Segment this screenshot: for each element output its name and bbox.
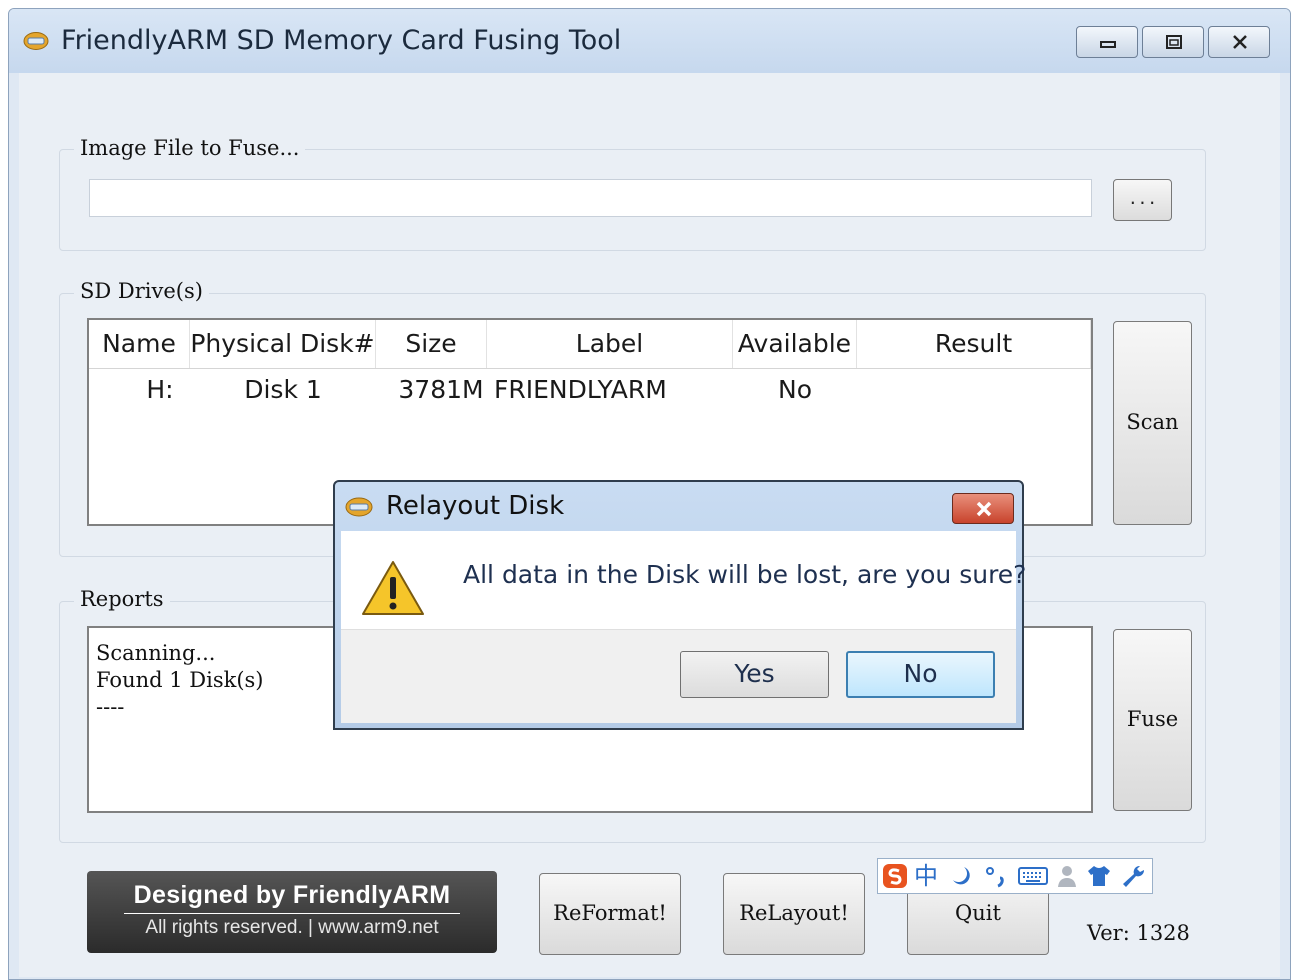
dialog-title: Relayout Disk: [386, 491, 565, 521]
sogou-logo-icon[interactable]: [882, 863, 908, 889]
table-header: Name Physical Disk# Size Label Available…: [89, 320, 1091, 369]
reports-group-label: Reports: [74, 587, 170, 611]
relayout-button[interactable]: ReLayout!: [723, 873, 865, 955]
logo-subtitle: All rights reserved. | www.arm9.net: [145, 917, 439, 938]
no-button[interactable]: No: [846, 651, 995, 698]
close-button[interactable]: [1208, 26, 1270, 58]
reformat-button[interactable]: ReFormat!: [539, 873, 681, 955]
image-file-group-label: Image File to Fuse...: [74, 136, 306, 160]
minimize-button[interactable]: [1076, 26, 1138, 58]
dialog-body: All data in the Disk will be lost, are y…: [341, 531, 1026, 629]
ime-toolbar[interactable]: 中: [877, 858, 1153, 894]
dialog-button-bar: Yes No: [341, 629, 1016, 723]
dialog-close-button[interactable]: [952, 493, 1014, 524]
logo-title: Designed by FriendlyARM: [133, 881, 451, 909]
column-header-size[interactable]: Size: [376, 320, 487, 368]
app-icon: [23, 32, 49, 50]
cell-result: [857, 372, 1091, 408]
cell-available: No: [778, 375, 812, 404]
shirt-icon[interactable]: [1086, 864, 1112, 888]
minimize-icon: [1100, 41, 1116, 48]
column-header-result[interactable]: Result: [857, 320, 1091, 368]
user-icon[interactable]: [1056, 864, 1078, 888]
cell-physical-disk: Disk 1: [244, 375, 322, 404]
scan-button[interactable]: Scan: [1113, 321, 1192, 525]
wrench-icon[interactable]: [1120, 864, 1146, 888]
relayout-disk-dialog[interactable]: Relayout Disk All data in the Disk will …: [333, 480, 1026, 730]
column-header-label[interactable]: Label: [487, 320, 733, 368]
window-title: FriendlyARM SD Memory Card Fusing Tool: [61, 25, 622, 56]
yes-button[interactable]: Yes: [680, 651, 829, 698]
maximize-button[interactable]: [1142, 26, 1204, 58]
warning-icon: [362, 561, 424, 615]
column-header-physical-disk[interactable]: Physical Disk#: [190, 320, 376, 368]
app-icon: [345, 497, 373, 517]
cell-label: FRIENDLYARM: [494, 375, 667, 404]
keyboard-icon[interactable]: [1018, 866, 1048, 886]
fuse-button[interactable]: Fuse: [1113, 629, 1192, 811]
sd-drives-group-label: SD Drive(s): [74, 279, 209, 303]
logo-divider: [124, 913, 460, 914]
column-header-name[interactable]: Name: [89, 320, 190, 368]
moon-icon[interactable]: [950, 865, 972, 887]
close-icon: [1233, 35, 1247, 49]
friendlyarm-logo: Designed by FriendlyARM All rights reser…: [87, 871, 497, 953]
image-path-input[interactable]: [89, 179, 1092, 217]
dialog-message: All data in the Disk will be lost, are y…: [463, 560, 1027, 589]
browse-button[interactable]: ...: [1113, 179, 1172, 221]
title-bar[interactable]: FriendlyARM SD Memory Card Fusing Tool: [9, 9, 1290, 73]
maximize-icon: [1166, 35, 1182, 49]
close-icon: [976, 501, 992, 517]
punctuation-icon[interactable]: [984, 864, 1008, 888]
column-header-available[interactable]: Available: [733, 320, 857, 368]
chinese-mode-icon[interactable]: 中: [914, 863, 938, 889]
cell-size: 3781M: [398, 375, 484, 404]
version-label: Ver: 1328: [1087, 921, 1190, 945]
